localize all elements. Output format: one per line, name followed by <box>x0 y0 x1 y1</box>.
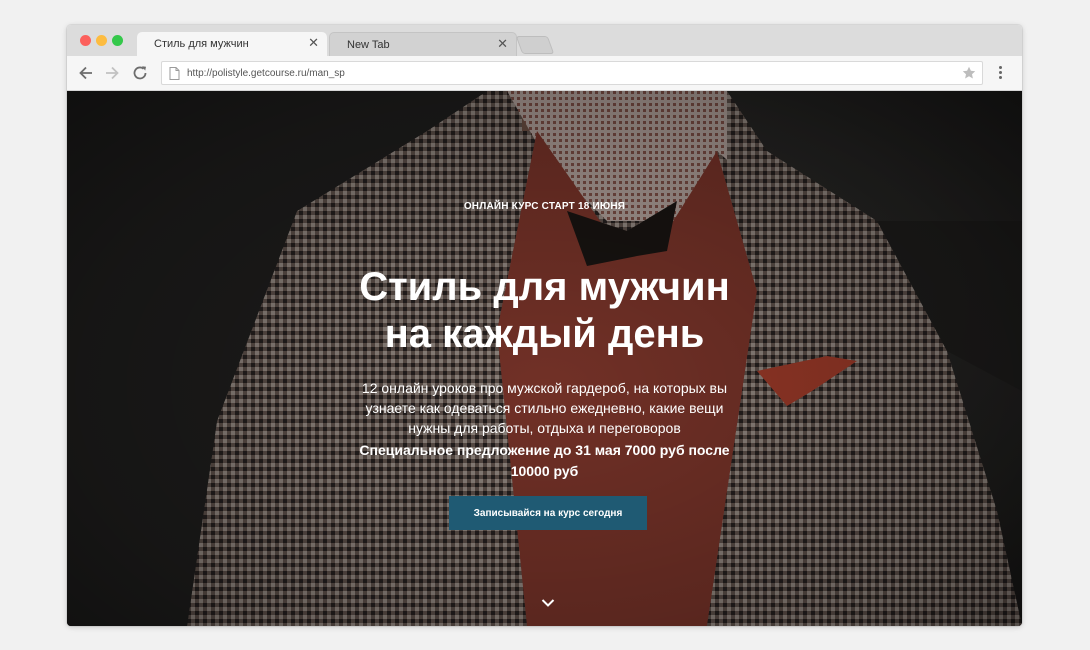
address-url[interactable]: http://polistyle.getcourse.ru/man_sp <box>187 68 345 79</box>
tab-title: New Tab <box>347 39 390 51</box>
reload-icon[interactable] <box>130 63 150 83</box>
tab-close-icon[interactable]: ✕ <box>497 37 508 51</box>
special-offer-text: Специальное предложение до 31 мая 7000 р… <box>359 442 730 479</box>
back-arrow-icon[interactable] <box>76 63 96 83</box>
menu-dots-icon[interactable] <box>995 64 1005 82</box>
tab-strip: Стиль для мужчин ✕ New Tab ✕ <box>67 25 1022 56</box>
chevron-down-icon[interactable] <box>541 598 555 608</box>
tab-new-tab[interactable]: New Tab ✕ <box>329 32 517 56</box>
course-start-label: ОНЛАЙН КУРС СТАРТ 18 ИЮНЯ <box>463 201 626 212</box>
headline-line-1: Стиль для мужчин <box>359 265 730 309</box>
forward-arrow-icon[interactable] <box>102 63 122 83</box>
page-viewport: ОНЛАЙН КУРС СТАРТ 18 ИЮНЯ Стиль для мужч… <box>67 91 1022 626</box>
maximize-window-button[interactable] <box>112 35 123 46</box>
new-tab-button[interactable] <box>515 36 555 54</box>
browser-window: Стиль для мужчин ✕ New Tab ✕ http://poli… <box>67 25 1022 626</box>
page-icon <box>169 67 180 80</box>
minimize-window-button[interactable] <box>96 35 107 46</box>
page-title: Стиль для мужчин на каждый день <box>267 264 822 358</box>
enroll-button[interactable]: Записывайся на курс сегодня <box>449 496 647 530</box>
hero-content: ОНЛАЙН КУРС СТАРТ 18 ИЮНЯ Стиль для мужч… <box>67 91 1022 626</box>
browser-toolbar: http://polistyle.getcourse.ru/man_sp <box>67 56 1022 91</box>
course-description: 12 онлайн уроков про мужской гардероб, н… <box>361 380 728 436</box>
address-bar[interactable]: http://polistyle.getcourse.ru/man_sp <box>161 61 983 85</box>
headline-line-2: на каждый день <box>384 312 705 356</box>
tab-close-icon[interactable]: ✕ <box>308 36 319 50</box>
bookmark-star-icon[interactable] <box>962 66 976 80</box>
close-window-button[interactable] <box>80 35 91 46</box>
tab-title: Стиль для мужчин <box>154 38 249 50</box>
tab-stil-dlya-muzhchin[interactable]: Стиль для мужчин ✕ <box>137 32 327 56</box>
